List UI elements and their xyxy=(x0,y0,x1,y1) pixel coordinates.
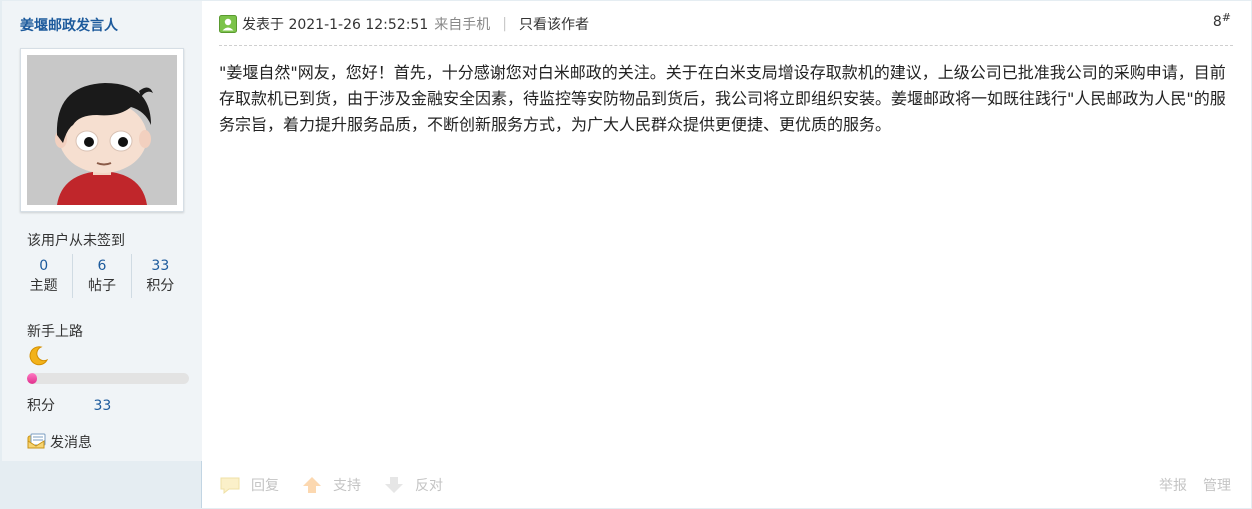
support-label: 支持 xyxy=(333,478,361,494)
send-message-button[interactable]: 发消息 xyxy=(27,432,92,452)
post-admin-actions: 举报 管理 xyxy=(1159,475,1231,495)
author-sidebar: 姜堰邮政发言人 该用户从未签到 0 主题 6 帖子 33 积分 新手上路 积分 … xyxy=(1,1,202,508)
send-message-label: 发消息 xyxy=(50,435,92,451)
post-container: 姜堰邮政发言人 该用户从未签到 0 主题 6 帖子 33 积分 新手上路 积分 … xyxy=(0,0,1252,509)
message-icon xyxy=(27,433,46,449)
manage-link[interactable]: 管理 xyxy=(1203,475,1231,495)
stat-posts-value[interactable]: 6 xyxy=(73,254,130,276)
stat-posts[interactable]: 6 帖子 xyxy=(72,254,130,298)
online-user-icon xyxy=(219,15,237,33)
rank-progress-bar xyxy=(27,373,189,384)
post-actions: 回复 支持 反对 xyxy=(219,475,465,495)
stat-posts-label: 帖子 xyxy=(87,278,116,294)
score-value[interactable]: 33 xyxy=(93,398,111,414)
thumbs-up-arrow-icon xyxy=(303,477,321,493)
post-source: 来自手机 xyxy=(434,17,491,33)
moon-icon xyxy=(29,346,49,366)
stat-threads-label: 主题 xyxy=(29,278,58,294)
support-button[interactable]: 支持 xyxy=(301,475,361,495)
stat-threads-value[interactable]: 0 xyxy=(15,254,72,276)
author-stats: 0 主题 6 帖子 33 积分 xyxy=(15,254,189,298)
post-timestamp: 发表于 2021-1-26 12:52:51 xyxy=(242,17,429,33)
stat-threads[interactable]: 0 主题 xyxy=(15,254,72,298)
only-author-link[interactable]: 只看该作者 xyxy=(519,14,589,34)
stat-points-value[interactable]: 33 xyxy=(132,254,189,276)
reply-icon xyxy=(220,477,240,494)
stat-points[interactable]: 33 积分 xyxy=(130,254,189,298)
reply-button[interactable]: 回复 xyxy=(219,475,279,495)
rank-progress-fill xyxy=(27,373,37,384)
post-header: 发表于 2021-1-26 12:52:51 来自手机 | 只看该作者 xyxy=(219,14,589,34)
avatar-frame[interactable] xyxy=(20,48,184,212)
stat-points-label: 积分 xyxy=(146,278,175,294)
oppose-label: 反对 xyxy=(415,478,443,494)
floor-number-value: 8 xyxy=(1212,14,1222,30)
report-link[interactable]: 举报 xyxy=(1159,475,1187,495)
post-content: "姜堰自然"网友，您好！首先，十分感谢您对白米邮政的关注。关于在白米支局增设存取… xyxy=(219,63,1226,134)
oppose-button[interactable]: 反对 xyxy=(383,475,443,495)
sign-status-text: 该用户从未签到 xyxy=(27,233,125,249)
thumbs-down-arrow-icon xyxy=(385,477,403,493)
avatar-illustration xyxy=(27,55,177,205)
score-row: 积分 33 xyxy=(27,395,111,415)
floor-mark: # xyxy=(1221,11,1231,24)
score-label: 积分 xyxy=(27,398,55,414)
header-divider xyxy=(219,45,1233,46)
reply-label: 回复 xyxy=(251,478,279,494)
header-separator: | xyxy=(502,16,507,32)
author-name-link[interactable]: 姜堰邮政发言人 xyxy=(20,15,118,35)
floor-number[interactable]: 8# xyxy=(1212,11,1231,30)
avatar[interactable] xyxy=(27,55,177,205)
rank-title[interactable]: 新手上路 xyxy=(27,321,83,341)
